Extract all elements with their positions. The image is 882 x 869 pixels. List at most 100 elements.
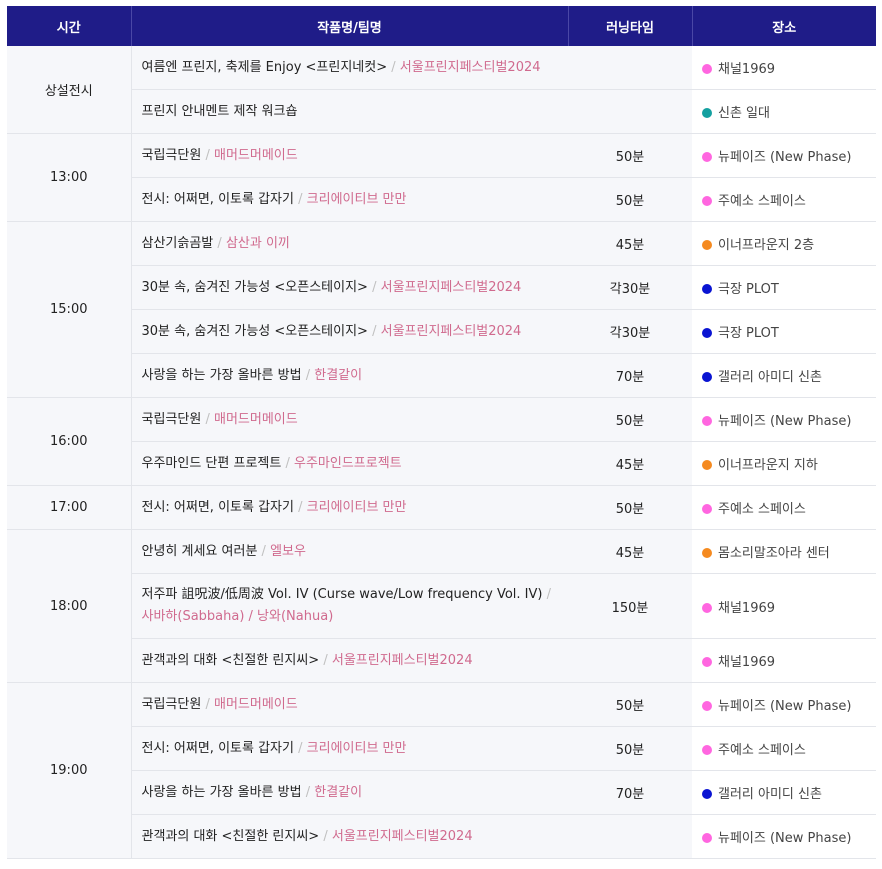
title-cell: 전시: 어쩌면, 이토록 갑자기 / 크리에이티브 만만 [131, 177, 568, 222]
venue-dot-icon [702, 284, 712, 294]
header-title: 작품명/팀명 [130, 6, 568, 46]
work-title: 30분 속, 숨겨진 가능성 <오픈스테이지> [141, 323, 368, 339]
title-cell: 사랑을 하는 가장 올바른 방법 / 한결같이 [131, 353, 568, 398]
team-name: 사바하(Sabbaha) / 낭와(Nahua) [141, 609, 334, 624]
table-row: 16:00 국립극단원 / 매머드머메이드 50분 뉴페이즈 (New Phase) [7, 397, 876, 486]
venue-dot-icon [702, 548, 712, 558]
venue-dot-icon [702, 833, 712, 843]
team-name: 크리에이티브 만만 [306, 191, 407, 207]
title-cell: 국립극단원 / 매머드머메이드 [131, 682, 568, 727]
team-name: 크리에이티브 만만 [306, 499, 407, 515]
venue-name: 신촌 일대 [718, 106, 770, 121]
title-cell: 국립극단원 / 매머드머메이드 [131, 397, 568, 442]
venue-cell: 극장 PLOT [692, 309, 876, 354]
venue-name: 뉴페이즈 (New Phase) [718, 150, 852, 165]
header-venue: 장소 [691, 6, 876, 46]
team-name: 서울프린지페스티벌2024 [331, 652, 473, 668]
table-row: 사랑을 하는 가장 올바른 방법 / 한결같이 70분 갤러리 아미디 신촌 [7, 353, 876, 398]
title-team-separator: / [323, 652, 328, 668]
venue-name: 채널1969 [718, 655, 776, 670]
title-cell: 저주파 詛呪波/低周波 Vol. IV (Curse wave/Low freq… [131, 573, 568, 639]
table-row: 전시: 어쩌면, 이토록 갑자기 / 크리에이티브 만만 50분 주예소 스페이스 [7, 726, 876, 771]
venue-name: 뉴페이즈 (New Phase) [718, 414, 852, 429]
work-title: 프린지 안내멘트 제작 워크숍 [141, 103, 298, 119]
title-team-separator: / [391, 59, 396, 75]
runtime-cell: 50분 [568, 177, 692, 222]
title-cell: 삼산기슭곰발 / 삼산과 이끼 [131, 221, 568, 266]
work-title: 여름엔 프린지, 축제를 Enjoy <프린지네컷> [141, 59, 388, 75]
venue-cell: 이너프라운지 지하 [692, 441, 876, 486]
time-cell: 13:00 [7, 133, 132, 222]
table-header-row: 시간 작품명/팀명 러닝타임 장소 [7, 6, 876, 46]
work-title: 국립극단원 [141, 147, 202, 163]
title-team-separator: / [217, 235, 222, 251]
runtime-cell: 70분 [568, 770, 692, 815]
title-team-separator: / [546, 587, 552, 602]
team-name: 한결같이 [314, 367, 363, 383]
venue-cell: 주예소 스페이스 [692, 726, 876, 771]
table-row: 관객과의 대화 <친절한 린지씨> / 서울프린지페스티벌2024 채널1969 [7, 638, 876, 683]
runtime-cell: 45분 [568, 529, 692, 574]
venue-cell: 채널1969 [692, 46, 876, 90]
runtime-cell: 각30분 [568, 309, 692, 354]
table-row: 저주파 詛呪波/低周波 Vol. IV (Curse wave/Low freq… [7, 573, 876, 639]
venue-dot-icon [702, 372, 712, 382]
title-team-separator: / [261, 543, 266, 559]
table-row: 30분 속, 숨겨진 가능성 <오픈스테이지> / 서울프린지페스티벌2024 각… [7, 309, 876, 354]
table-row: 15:00 삼산기슭곰발 / 삼산과 이끼 45분 이너프라운지 2층 [7, 221, 876, 398]
venue-cell: 주예소 스페이스 [692, 177, 876, 222]
venue-cell: 이너프라운지 2층 [692, 221, 876, 266]
team-name: 서울프린지페스티벌2024 [331, 828, 473, 844]
title-cell: 사랑을 하는 가장 올바른 방법 / 한결같이 [131, 770, 568, 815]
work-title: 사랑을 하는 가장 올바른 방법 [141, 367, 302, 383]
team-name: 서울프린지페스티벌2024 [380, 323, 522, 339]
team-name: 우주마인드프로젝트 [294, 455, 402, 471]
runtime-cell: 50분 [568, 133, 692, 178]
team-name: 삼산과 이끼 [225, 235, 290, 251]
runtime-cell: 50분 [568, 726, 692, 771]
venue-name: 채널1969 [718, 62, 776, 77]
runtime-cell: 50분 [568, 682, 692, 727]
table-row: 사랑을 하는 가장 올바른 방법 / 한결같이 70분 갤러리 아미디 신촌 [7, 770, 876, 815]
title-team-separator: / [305, 784, 311, 800]
team-name: 서울프린지페스티벌2024 [399, 59, 541, 75]
team-name: 엘보우 [270, 543, 306, 559]
schedule-body: 상설전시 여름엔 프린지, 축제를 Enjoy <프린지네컷> / 서울프린지페스… [7, 46, 876, 859]
runtime-cell [568, 89, 692, 134]
team-name: 매머드머메이드 [213, 411, 298, 427]
work-title: 안녕히 계세요 여러분 [141, 543, 258, 559]
venue-cell: 신촌 일대 [692, 89, 876, 134]
team-name: 서울프린지페스티벌2024 [380, 279, 522, 295]
schedule-container: 시간 작품명/팀명 러닝타임 장소 상설전시 여름엔 프린지, 축제를 Enjoy… [7, 6, 876, 859]
work-title: 삼산기슭곰발 [141, 235, 214, 251]
title-cell: 전시: 어쩌면, 이토록 갑자기 / 크리에이티브 만만 [131, 726, 568, 771]
runtime-cell: 70분 [568, 353, 692, 398]
table-row: 13:00 국립극단원 / 매머드머메이드 50분 뉴페이즈 (New Phase) [7, 133, 876, 222]
venue-dot-icon [702, 108, 712, 118]
runtime-cell [568, 46, 692, 90]
venue-name: 몸소리말조아라 센터 [718, 546, 830, 561]
header-runtime: 러닝타임 [567, 6, 692, 46]
runtime-cell: 45분 [568, 221, 692, 266]
work-title: 관객과의 대화 <친절한 린지씨> [141, 652, 320, 668]
time-cell: 17:00 [7, 485, 132, 530]
title-team-separator: / [205, 411, 210, 427]
title-cell: 안녕히 계세요 여러분 / 엘보우 [131, 529, 568, 574]
title-cell: 전시: 어쩌면, 이토록 갑자기 / 크리에이티브 만만 [131, 485, 568, 530]
venue-name: 갤러리 아미디 신촌 [718, 787, 822, 802]
venue-dot-icon [702, 328, 712, 338]
title-team-separator: / [298, 191, 303, 207]
work-title: 국립극단원 [141, 411, 202, 427]
venue-dot-icon [702, 745, 712, 755]
title-team-separator: / [372, 279, 377, 295]
time-cell: 상설전시 [7, 46, 132, 134]
table-row: 프린지 안내멘트 제작 워크숍 신촌 일대 [7, 89, 876, 134]
venue-cell: 채널1969 [692, 638, 876, 683]
venue-cell: 극장 PLOT [692, 265, 876, 310]
work-title: 우주마인드 단편 프로젝트 [141, 455, 282, 471]
title-team-separator: / [298, 499, 303, 515]
runtime-cell: 50분 [568, 397, 692, 442]
venue-dot-icon [702, 152, 712, 162]
venue-dot-icon [702, 196, 712, 206]
title-team-separator: / [298, 740, 303, 756]
